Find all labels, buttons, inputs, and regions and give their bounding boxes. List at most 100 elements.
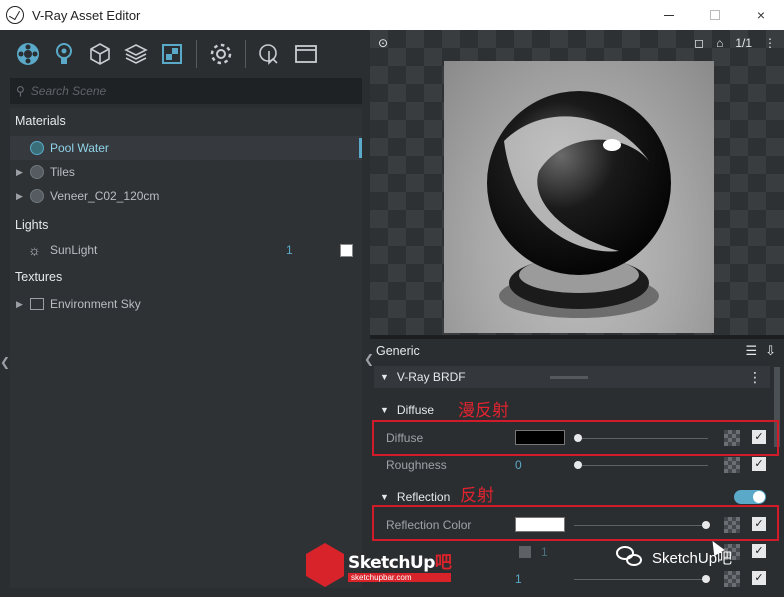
maximize-icon xyxy=(710,10,720,20)
partial-value[interactable]: 1 xyxy=(541,545,548,559)
textures-tab[interactable] xyxy=(154,36,190,72)
material-preview: ⊙ ◻ ⌂ 1/1 ⋮ xyxy=(370,30,784,335)
properties-header-icons: ☰ ⇩ xyxy=(745,343,776,359)
textures-icon xyxy=(162,44,182,64)
reflection-section-header[interactable]: ▼ Reflection xyxy=(380,490,450,504)
diffuse-section-header[interactable]: ▼ Diffuse xyxy=(380,403,434,417)
diffuse-highlight-box xyxy=(372,420,779,456)
light-item-sunlight[interactable]: ☼ SunLight 1 xyxy=(10,238,362,262)
material-item-veneer[interactable]: ▶ Veneer_C02_120cm xyxy=(10,184,362,208)
brdf-layer-header[interactable]: ▼ V-Ray BRDF ⋮ xyxy=(374,366,770,388)
sliders-icon[interactable]: ☰ xyxy=(745,343,757,359)
asset-toolbar xyxy=(10,34,362,74)
frame-buffer-icon xyxy=(295,45,317,63)
preview-lighting-icon[interactable]: ⌂ xyxy=(716,36,723,50)
material-item-tiles[interactable]: ▶ Tiles xyxy=(10,160,362,184)
light-color-swatch[interactable] xyxy=(340,243,353,257)
material-swatch-icon xyxy=(30,189,44,203)
collapse-left-icon[interactable]: ❮ xyxy=(0,355,10,369)
preview-toolbar: ◻ ⌂ 1/1 ⋮ xyxy=(694,36,776,50)
watermark-url: sketchupbar.com xyxy=(348,573,452,582)
material-label: Veneer_C02_120cm xyxy=(50,189,160,203)
reflection-section-label: Reflection xyxy=(396,490,451,504)
geometry-icon xyxy=(90,43,110,65)
sun-icon: ☼ xyxy=(28,242,41,258)
minimize-icon xyxy=(664,14,674,16)
search-input[interactable] xyxy=(30,84,331,98)
asset-tree: Materials Pool Water ▶ Tiles ▶ Veneer_C0… xyxy=(10,108,362,588)
reflection-toggle[interactable] xyxy=(734,490,766,504)
preview-scene-icon[interactable]: ⊙ xyxy=(378,36,388,50)
lights-tab[interactable] xyxy=(46,36,82,72)
collapse-right-icon[interactable]: ❮ xyxy=(364,352,374,366)
texture-item-environment-sky[interactable]: ▶ Environment Sky xyxy=(10,292,362,316)
window-title: V-Ray Asset Editor xyxy=(32,7,141,23)
lock-checkbox[interactable] xyxy=(519,546,531,558)
texture-label: Environment Sky xyxy=(50,297,141,311)
preview-more-icon[interactable]: ⋮ xyxy=(764,36,776,50)
lights-icon xyxy=(56,43,72,64)
roughness-slider-knob[interactable] xyxy=(574,461,582,469)
collapse-arrow-icon: ▼ xyxy=(380,405,389,415)
frame-buffer-button[interactable] xyxy=(288,36,324,72)
vray-logo-icon xyxy=(6,6,24,24)
interactive-render-icon xyxy=(259,44,278,65)
material-swatch-icon xyxy=(30,141,44,155)
partial-slider-knob[interactable] xyxy=(702,575,710,583)
roughness-label: Roughness xyxy=(386,458,447,472)
material-item-pool-water[interactable]: Pool Water xyxy=(10,136,362,160)
roughness-checkbox[interactable]: ✓ xyxy=(752,457,766,471)
materials-icon xyxy=(17,43,39,65)
search-icon: ⚲ xyxy=(16,84,25,98)
partial-slider[interactable] xyxy=(574,579,708,580)
texture-icon xyxy=(30,298,44,310)
materials-tab[interactable] xyxy=(10,36,46,72)
minimize-button[interactable] xyxy=(646,0,692,30)
selection-indicator xyxy=(359,138,362,158)
light-label: SunLight xyxy=(50,243,98,257)
lights-section-header: Lights xyxy=(15,218,49,232)
settings-tab[interactable] xyxy=(203,36,239,72)
collapse-arrow-icon: ▼ xyxy=(380,372,389,382)
preview-quality-label[interactable]: 1/1 xyxy=(735,36,752,50)
roughness-value[interactable]: 0 xyxy=(515,458,522,472)
diffuse-annotation: 漫反射 xyxy=(458,401,509,421)
roughness-texture-slot-icon[interactable] xyxy=(724,457,740,473)
diffuse-section-label: Diffuse xyxy=(396,403,435,417)
material-type-label: Generic xyxy=(376,344,420,358)
material-ball-image xyxy=(487,91,671,318)
row-checkbox[interactable]: ✓ xyxy=(752,544,766,558)
interactive-render-button[interactable] xyxy=(252,36,288,72)
drag-handle[interactable] xyxy=(550,376,588,379)
roughness-slider[interactable] xyxy=(574,465,708,466)
preview-shape-icon[interactable]: ◻ xyxy=(694,36,704,50)
settings-icon xyxy=(210,43,232,65)
material-label: Tiles xyxy=(50,165,75,179)
wechat-icon xyxy=(616,546,644,568)
more-options-icon[interactable]: ⋮ xyxy=(748,369,762,386)
expand-arrow-icon[interactable]: ▶ xyxy=(16,167,23,178)
toolbar-divider xyxy=(196,40,197,68)
sketchupbar-watermark: SketchUp吧 sketchupbar.com xyxy=(306,543,452,587)
row-checkbox[interactable]: ✓ xyxy=(752,571,766,585)
render-elements-tab[interactable] xyxy=(118,36,154,72)
partial-value[interactable]: 1 xyxy=(515,572,522,586)
texture-slot-icon[interactable] xyxy=(724,571,740,587)
light-instance-count: 1 xyxy=(286,243,293,257)
material-swatch-icon xyxy=(30,165,44,179)
geometry-tab[interactable] xyxy=(82,36,118,72)
reflection-highlight-box xyxy=(372,505,779,541)
expand-arrow-icon[interactable]: ▶ xyxy=(16,299,23,310)
save-asset-icon[interactable]: ⇩ xyxy=(765,343,776,359)
close-button[interactable]: × xyxy=(738,0,784,30)
watermark-brand-accent: 吧 xyxy=(434,553,452,573)
materials-section-header: Materials xyxy=(15,114,66,128)
roughness-row: Roughness 0 ✓ xyxy=(374,454,770,476)
close-icon: × xyxy=(756,7,766,23)
expand-arrow-icon[interactable]: ▶ xyxy=(16,191,23,202)
maximize-button[interactable] xyxy=(692,0,738,30)
asset-list-panel: ⚲ Materials Pool Water ▶ Tiles ▶ Veneer_… xyxy=(0,30,370,597)
watermark-brand: SketchUp xyxy=(348,553,435,573)
brdf-layer-name: V-Ray BRDF xyxy=(396,370,466,384)
sketchupbar-logo-icon xyxy=(306,543,344,587)
